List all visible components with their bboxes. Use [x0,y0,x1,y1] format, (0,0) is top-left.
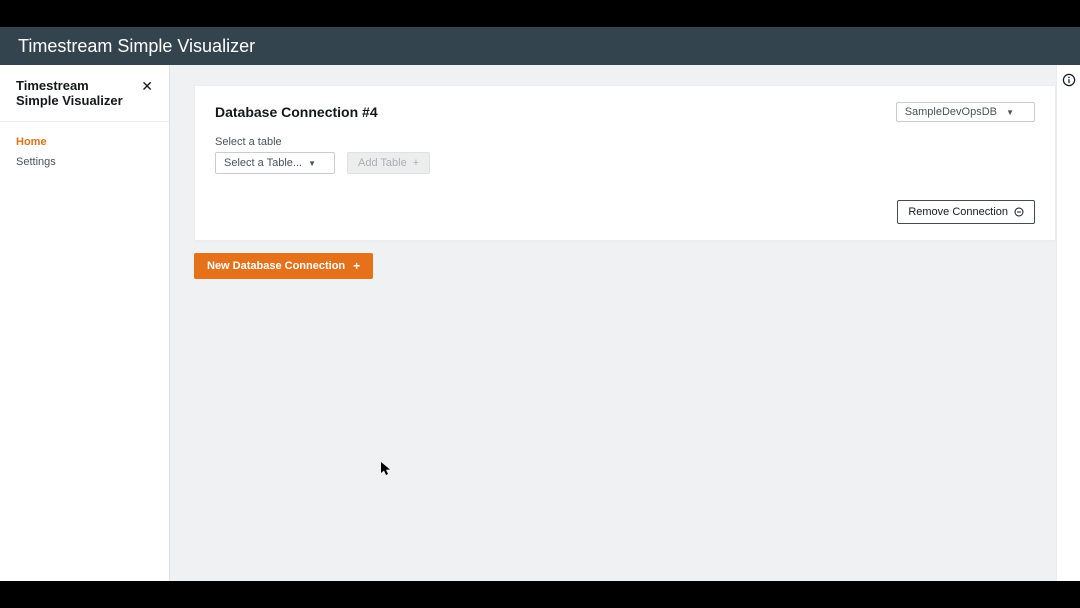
app-header: Timestream Simple Visualizer [0,27,1080,65]
info-icon[interactable] [1062,73,1076,87]
table-select[interactable]: Select a Table... ▼ [215,152,335,174]
plus-icon: + [413,157,419,169]
select-table-label: Select a table [215,136,1035,148]
plus-icon: + [353,259,360,273]
database-select-value: SampleDevOpsDB [905,106,997,118]
sidebar-close-button[interactable]: ✕ [141,79,153,93]
connection-title: Database Connection #4 [215,104,378,120]
sidebar-title: Timestream Simple Visualizer [16,79,133,109]
database-select[interactable]: SampleDevOpsDB ▼ [896,102,1035,122]
close-icon: ✕ [141,78,153,94]
main-content: Database Connection #4 SampleDevOpsDB ▼ … [170,65,1080,581]
sidebar-item-settings[interactable]: Settings [0,152,169,172]
remove-connection-button[interactable]: Remove Connection [897,200,1035,224]
add-table-button: Add Table + [347,152,430,174]
sidebar-item-label: Settings [16,156,56,168]
caret-down-icon: ▼ [308,159,316,168]
app-title: Timestream Simple Visualizer [18,36,255,57]
connection-card: Database Connection #4 SampleDevOpsDB ▼ … [194,85,1056,241]
sidebar: Timestream Simple Visualizer ✕ Home Sett… [0,65,170,581]
sidebar-item-label: Home [16,136,47,148]
minus-circle-icon [1014,207,1024,217]
remove-connection-label: Remove Connection [908,206,1008,218]
table-select-value: Select a Table... [224,157,302,169]
add-table-label: Add Table [358,157,407,169]
sidebar-item-home[interactable]: Home [0,132,169,152]
caret-down-icon: ▼ [1006,108,1014,117]
new-connection-label: New Database Connection [207,260,345,272]
info-panel-strip [1056,65,1080,581]
new-database-connection-button[interactable]: New Database Connection + [194,253,373,279]
